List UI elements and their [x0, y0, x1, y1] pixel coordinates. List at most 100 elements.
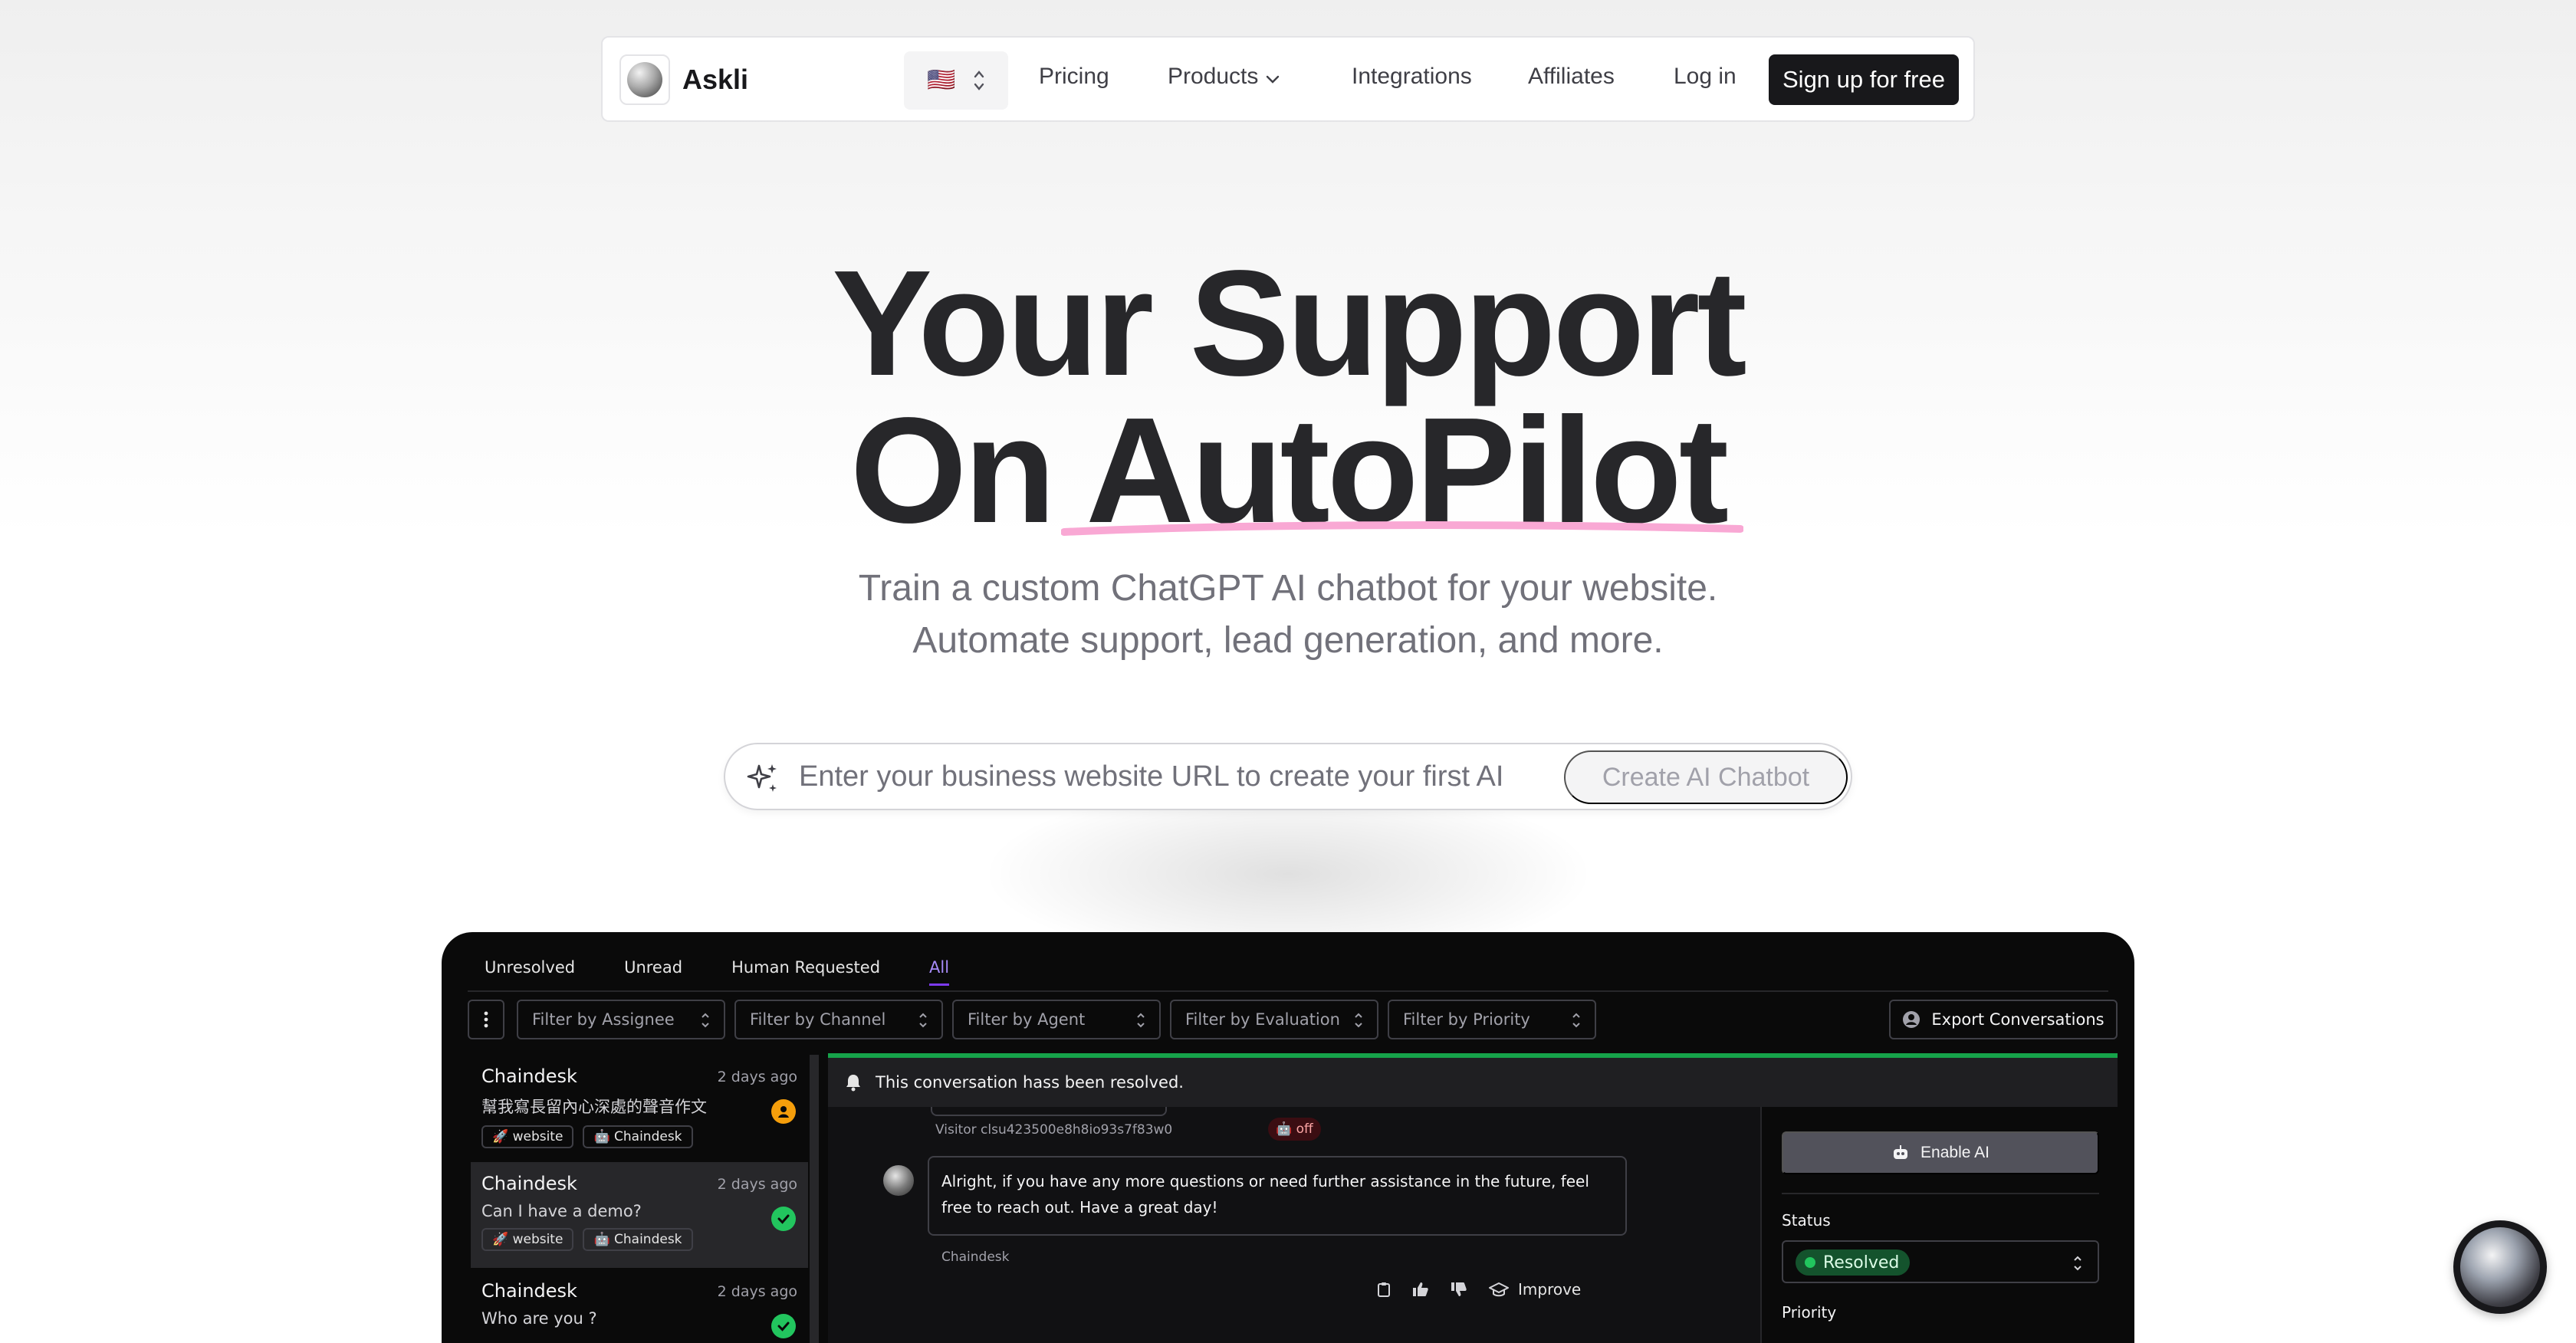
chevron-updown-icon: [1572, 1013, 1580, 1028]
thumbs-up-icon[interactable]: [1412, 1282, 1429, 1297]
chevron-updown-icon: [1137, 1013, 1145, 1028]
user-circle-icon: [1903, 1011, 1921, 1028]
conversation-item[interactable]: Chaindesk 2 days ago Can I have a demo? …: [471, 1162, 808, 1268]
nav-link-products-label: Products: [1168, 64, 1259, 89]
bell-icon: [846, 1075, 860, 1092]
chevron-updown-icon: [919, 1013, 927, 1028]
nav-link-login[interactable]: Log in: [1674, 64, 1737, 90]
us-flag-icon: 🇺🇸: [927, 67, 956, 93]
nav-link-products[interactable]: Products: [1168, 64, 1281, 90]
human-requested-icon: [771, 1099, 796, 1124]
message-author: Chaindesk: [941, 1249, 1010, 1265]
conversation-settings-panel: Enable AI Status Resolved Priority: [1760, 1107, 2118, 1343]
conversation-time: 2 days ago: [717, 1069, 797, 1085]
conversation-tags: 🚀 website 🤖 Chaindesk: [481, 1125, 797, 1148]
previous-message-bubble: [931, 1107, 1167, 1116]
conversation-preview: Can I have a demo?: [481, 1202, 642, 1220]
brand-logo: [619, 54, 670, 105]
chat-launcher-avatar-icon: [2460, 1227, 2540, 1307]
resolved-banner-text: This conversation hass been resolved.: [876, 1073, 1184, 1092]
tag-website-label: website: [512, 1232, 564, 1247]
hero-underline: [1061, 521, 1743, 536]
resolved-check-icon: [771, 1207, 796, 1231]
conversation-tags: 🚀 website 🤖 Chaindesk: [481, 1228, 797, 1251]
signup-button[interactable]: Sign up for free: [1769, 54, 1959, 105]
locale-selector[interactable]: 🇺🇸: [904, 51, 1008, 110]
conversation-tabs: Unresolved Unread Human Requested All: [485, 958, 998, 986]
filter-assignee-label: Filter by Assignee: [532, 1010, 675, 1029]
priority-label: Priority: [1782, 1303, 1837, 1322]
conversation-preview: 幫我寫長留內心深處的聲音作文: [481, 1098, 707, 1116]
bot-avatar: [883, 1165, 914, 1196]
chevron-down-icon: [1264, 64, 1281, 90]
enable-ai-button[interactable]: Enable AI: [1782, 1131, 2099, 1174]
status-select[interactable]: Resolved: [1782, 1240, 2099, 1283]
hero-subtitle-line1: Train a custom ChatGPT AI chatbot for yo…: [858, 568, 1718, 609]
visitor-id: Visitor clsu423500e8h8io93s7f83w0: [935, 1122, 1173, 1138]
nav-link-integrations[interactable]: Integrations: [1352, 64, 1472, 90]
conversation-item[interactable]: Chaindesk 2 days ago Who are you ?: [471, 1269, 808, 1343]
tabs-divider: [468, 990, 2108, 992]
chat-launcher-button[interactable]: [2453, 1220, 2547, 1314]
brand[interactable]: Askli: [619, 54, 748, 105]
tab-unread[interactable]: Unread: [624, 958, 682, 977]
filter-agent[interactable]: Filter by Agent: [952, 1000, 1161, 1039]
conversation-preview: Who are you ?: [481, 1309, 597, 1328]
chat-thread: Visitor clsu423500e8h8io93s7f83w0 🤖 off …: [828, 1107, 1760, 1343]
tag-agent: 🤖 Chaindesk: [583, 1125, 693, 1148]
status-dot: [1805, 1257, 1815, 1268]
filter-assignee[interactable]: Filter by Assignee: [517, 1000, 725, 1039]
hero-subtitle-line2: Automate support, lead generation, and m…: [912, 620, 1664, 661]
tag-website-label: website: [512, 1129, 564, 1144]
filter-channel-label: Filter by Channel: [750, 1010, 886, 1029]
tag-agent-label: Chaindesk: [614, 1129, 682, 1144]
status-badge: Resolved: [1796, 1249, 1911, 1276]
tab-unresolved[interactable]: Unresolved: [485, 958, 575, 977]
create-ai-chatbot-button[interactable]: Create AI Chatbot: [1564, 750, 1848, 804]
hero-title-line1: Your Support: [832, 239, 1747, 407]
filter-evaluation-label: Filter by Evaluation: [1185, 1010, 1340, 1029]
robot-icon: [1894, 1145, 1908, 1159]
filter-priority-label: Filter by Priority: [1403, 1010, 1530, 1029]
chevron-updown-icon: [973, 68, 985, 93]
conversation-item[interactable]: Chaindesk 2 days ago 幫我寫長留內心深處的聲音作文 🚀 we…: [471, 1055, 808, 1161]
filter-priority[interactable]: Filter by Priority: [1388, 1000, 1596, 1039]
brand-name: Askli: [682, 64, 749, 95]
conversation-time: 2 days ago: [717, 1176, 797, 1193]
improve-button[interactable]: Improve: [1489, 1280, 1581, 1299]
message-actions: Improve: [1377, 1280, 1581, 1299]
ai-off-badge: 🤖 off: [1268, 1118, 1321, 1141]
filter-agent-label: Filter by Agent: [968, 1010, 1086, 1029]
tag-agent: 🤖 Chaindesk: [583, 1228, 693, 1251]
message-bubble: Alright, if you have any more questions …: [928, 1156, 1627, 1236]
improve-label: Improve: [1518, 1280, 1582, 1299]
tag-website: 🚀 website: [481, 1125, 574, 1148]
vertical-dots-icon: [484, 1011, 488, 1028]
url-search-bar: Create AI Chatbot: [724, 743, 1852, 810]
export-conversations-label: Export Conversations: [1931, 1010, 2104, 1029]
sparkles-icon: [745, 761, 780, 800]
tag-agent-label: Chaindesk: [614, 1232, 682, 1247]
conversation-time: 2 days ago: [717, 1283, 797, 1300]
thumbs-down-icon[interactable]: [1451, 1282, 1467, 1297]
nav-link-pricing[interactable]: Pricing: [1039, 64, 1109, 90]
export-conversations-button[interactable]: Export Conversations: [1889, 1000, 2118, 1039]
website-url-input[interactable]: [799, 757, 1504, 796]
filter-channel[interactable]: Filter by Channel: [734, 1000, 943, 1039]
logo-sphere-icon: [627, 62, 662, 97]
chevron-updown-icon: [2074, 1256, 2082, 1271]
resolved-check-icon: [771, 1314, 796, 1338]
chevron-updown-icon: [1355, 1013, 1362, 1028]
dashboard-preview: Unresolved Unread Human Requested All Fi…: [442, 932, 2134, 1343]
conversation-list-scrollbar[interactable]: [810, 1055, 819, 1343]
resolved-banner: This conversation hass been resolved.: [828, 1058, 2118, 1107]
graduation-cap-icon: [1489, 1282, 1509, 1297]
chevron-updown-icon: [702, 1013, 709, 1028]
tab-all[interactable]: All: [929, 958, 950, 986]
nav-link-affiliates[interactable]: Affiliates: [1528, 64, 1615, 90]
tab-human-requested[interactable]: Human Requested: [731, 958, 880, 977]
filter-evaluation[interactable]: Filter by Evaluation: [1170, 1000, 1378, 1039]
more-options-button[interactable]: [468, 1000, 504, 1039]
copy-icon[interactable]: [1377, 1282, 1391, 1297]
ai-off-badge-label: off: [1296, 1121, 1313, 1137]
